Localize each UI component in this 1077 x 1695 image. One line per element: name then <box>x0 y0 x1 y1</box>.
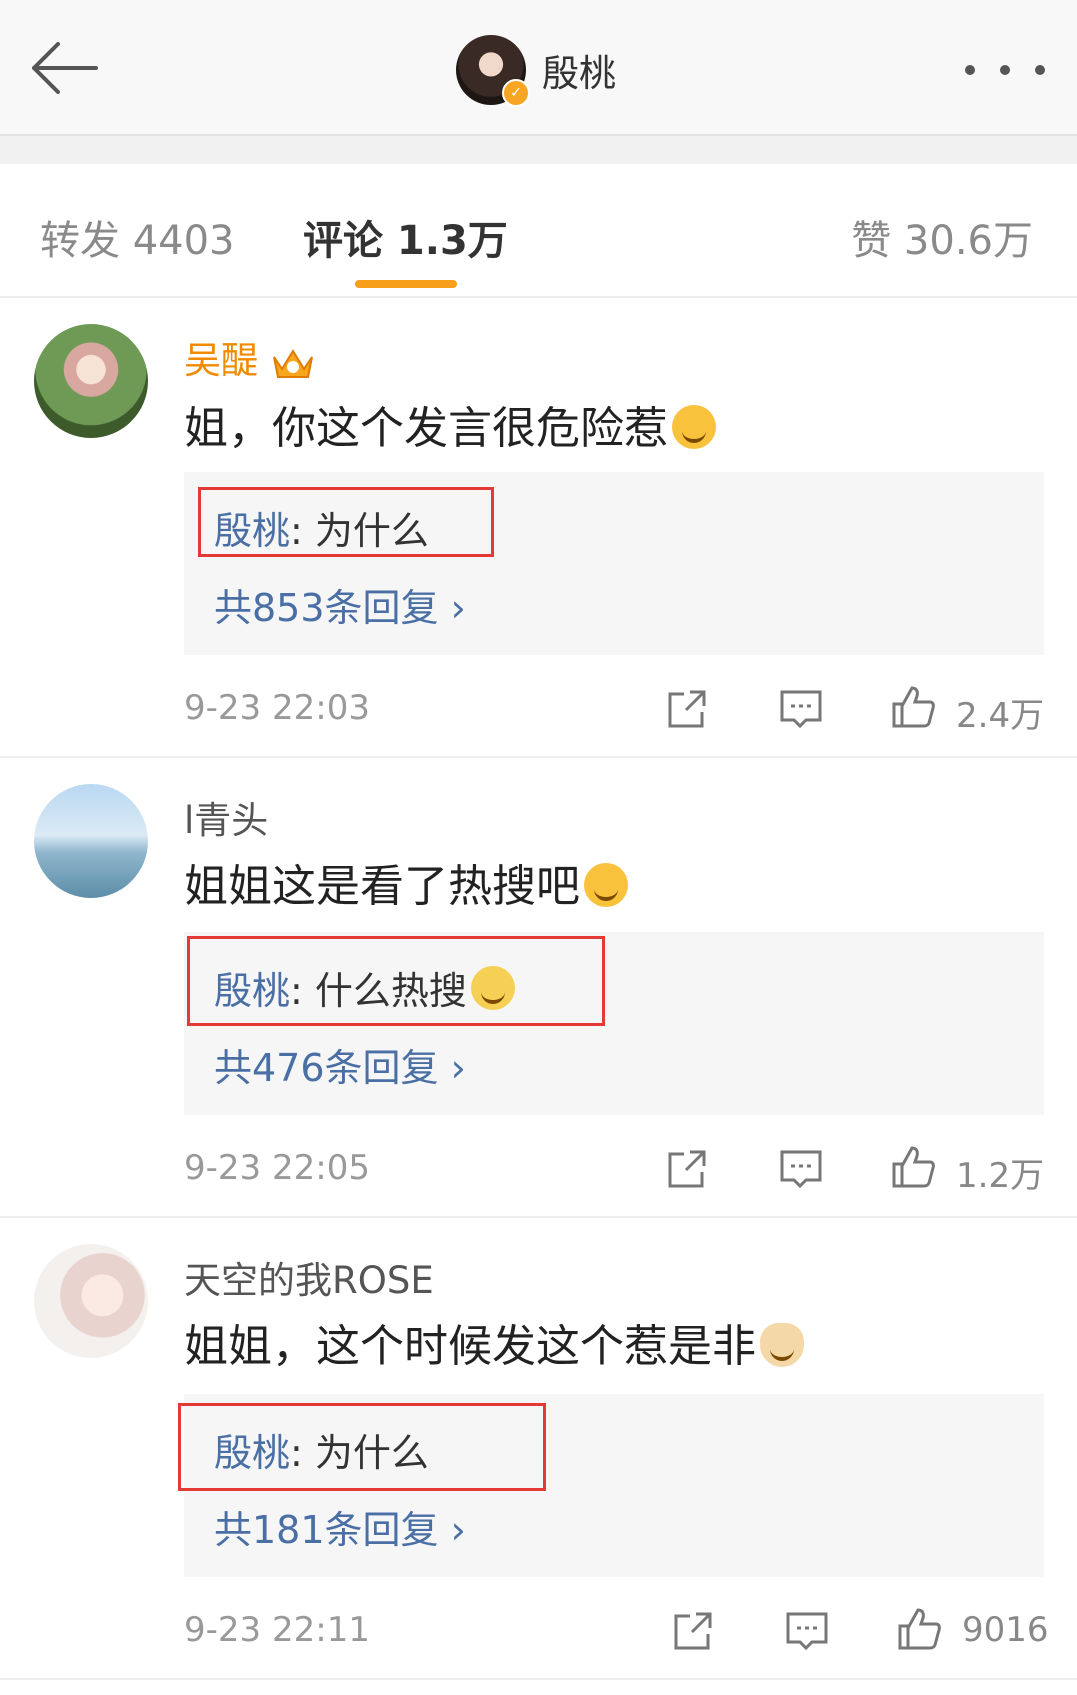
comment-username[interactable]: l青头 <box>184 790 268 844</box>
avatar[interactable] <box>34 784 148 898</box>
comment-text: 姐姐这是看了热搜吧 <box>184 850 628 914</box>
comment-item: l青头 姐姐这是看了热搜吧 殷桃: 什么热搜 共476条回复 › 9-23 22… <box>0 758 1077 1218</box>
view-replies-link[interactable]: 共476条回复 › <box>214 1037 466 1092</box>
avatar[interactable] <box>34 324 148 438</box>
tab-like[interactable]: 赞 30.6万 <box>851 208 1033 266</box>
tab-comment[interactable]: 评论 1.3万 <box>303 208 508 266</box>
active-tab-indicator <box>355 280 457 288</box>
comment-username[interactable]: 天空的我ROSE <box>184 1250 434 1304</box>
more-options-button[interactable] <box>965 50 1045 90</box>
like-count: 2.4万 <box>956 696 1045 736</box>
cat-emoji-icon <box>760 1323 804 1367</box>
comment-text-content: 姐姐这是看了热搜吧 <box>184 861 580 912</box>
username-text: 吴醍 <box>184 339 258 382</box>
verified-badge-icon: ✓ <box>502 79 530 107</box>
comment-icon[interactable] <box>784 1608 830 1654</box>
laugh-cry-emoji-icon <box>672 405 716 449</box>
comment-text-content: 姐，你这个发言很危险惹 <box>184 403 668 454</box>
highlight-box <box>187 936 605 1026</box>
back-arrow-icon <box>32 42 98 94</box>
comment-item: 天空的我ROSE 姐姐，这个时候发这个惹是非 殷桃: 为什么 共181条回复 ›… <box>0 1218 1077 1680</box>
comment-icon[interactable] <box>778 686 824 732</box>
comment-icon[interactable] <box>778 1146 824 1192</box>
top-bar: ✓ 殷桃 <box>0 0 1077 136</box>
highlight-box <box>178 1403 546 1491</box>
comment-item: 吴醍 姐，你这个发言很危险惹 殷桃: 为什么 共853条回复 › 9-23 22… <box>0 298 1077 758</box>
avatar[interactable]: ✓ <box>456 35 530 107</box>
comment-time: 9-23 22:11 <box>184 1610 370 1650</box>
comment-text: 姐，你这个发言很危险惹 <box>184 392 716 456</box>
like-icon[interactable] <box>896 1606 942 1652</box>
comment-time: 9-23 22:03 <box>184 688 370 728</box>
like-icon[interactable] <box>890 1144 936 1190</box>
like-icon[interactable] <box>890 684 936 730</box>
crown-badge-icon <box>273 348 313 378</box>
divider <box>0 136 1077 164</box>
comment-username[interactable]: 吴醍 <box>184 330 316 384</box>
share-icon[interactable] <box>664 686 710 732</box>
tab-repost[interactable]: 转发 4403 <box>40 208 235 266</box>
view-replies-link[interactable]: 共853条回复 › <box>214 577 466 632</box>
view-replies-link[interactable]: 共181条回复 › <box>214 1499 466 1554</box>
comment-text-content: 姐姐，这个时候发这个惹是非 <box>184 1321 756 1372</box>
more-dots-icon <box>965 65 975 75</box>
more-dots-icon <box>1000 65 1010 75</box>
back-button[interactable] <box>28 36 102 100</box>
comment-time: 9-23 22:05 <box>184 1148 370 1188</box>
avatar[interactable] <box>34 1244 148 1358</box>
highlight-box <box>198 487 494 557</box>
smile-emoji-icon <box>584 863 628 907</box>
comment-text: 姐姐，这个时候发这个惹是非 <box>184 1310 804 1374</box>
page-title: 殷桃 <box>542 52 616 95</box>
tab-bar: 转发 4403 评论 1.3万 赞 30.6万 <box>0 164 1077 298</box>
share-icon[interactable] <box>664 1146 710 1192</box>
like-count: 1.2万 <box>956 1156 1045 1196</box>
share-icon[interactable] <box>670 1608 716 1654</box>
like-count: 9016 <box>962 1610 1049 1650</box>
profile-header[interactable]: ✓ 殷桃 <box>456 32 616 108</box>
more-dots-icon <box>1035 65 1045 75</box>
